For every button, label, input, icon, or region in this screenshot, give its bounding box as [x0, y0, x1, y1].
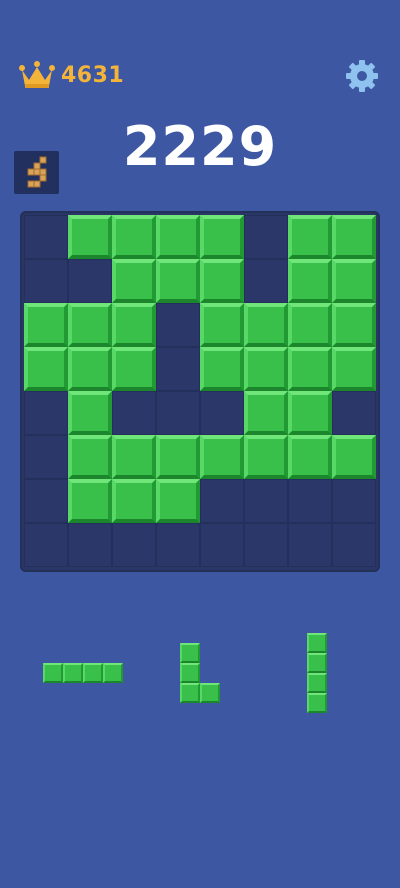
board-cell-empty[interactable]	[332, 523, 376, 567]
board-cell-filled[interactable]	[244, 347, 288, 391]
board-cell-filled[interactable]	[24, 303, 68, 347]
board-cell-filled[interactable]	[68, 303, 112, 347]
board-cell-empty[interactable]	[24, 215, 68, 259]
crown-icon	[19, 61, 55, 88]
board-cell-filled[interactable]	[200, 435, 244, 479]
board-cell-filled[interactable]	[156, 259, 200, 303]
board-cell-empty[interactable]	[24, 435, 68, 479]
board-cell-empty[interactable]	[24, 479, 68, 523]
board-cell-empty[interactable]	[244, 259, 288, 303]
piece-block	[63, 663, 83, 683]
board-cell-empty[interactable]	[24, 523, 68, 567]
board-cell-filled[interactable]	[156, 435, 200, 479]
board-cell-filled[interactable]	[112, 347, 156, 391]
board-cell-filled[interactable]	[68, 479, 112, 523]
board-cell-empty[interactable]	[156, 303, 200, 347]
board-cell-filled[interactable]	[112, 215, 156, 259]
wooden-blocks-icon	[27, 156, 47, 188]
board-cell-filled[interactable]	[200, 259, 244, 303]
board-cell-empty[interactable]	[332, 391, 376, 435]
board-cell-empty[interactable]	[112, 523, 156, 567]
board-cell-filled[interactable]	[112, 435, 156, 479]
board-cell-empty[interactable]	[156, 391, 200, 435]
board-cell-empty[interactable]	[288, 523, 332, 567]
board-cell-empty[interactable]	[112, 391, 156, 435]
piece-block	[307, 673, 327, 693]
piece-block	[180, 643, 200, 663]
board-cell-filled[interactable]	[288, 347, 332, 391]
board-cell-filled[interactable]	[244, 435, 288, 479]
board-cell-filled[interactable]	[332, 259, 376, 303]
piece-block	[43, 663, 63, 683]
board-cell-filled[interactable]	[244, 391, 288, 435]
board-cell-filled[interactable]	[288, 215, 332, 259]
board-cell-filled[interactable]	[156, 479, 200, 523]
board-cell-empty[interactable]	[244, 523, 288, 567]
top-bar: 4631	[0, 0, 400, 110]
theme-button[interactable]	[14, 151, 59, 194]
board-cell-filled[interactable]	[200, 303, 244, 347]
board-cell-filled[interactable]	[68, 391, 112, 435]
board-cell-filled[interactable]	[244, 303, 288, 347]
board-cell-empty[interactable]	[68, 259, 112, 303]
board-cell-empty[interactable]	[288, 479, 332, 523]
best-score: 4631	[18, 58, 124, 92]
board-cell-filled[interactable]	[288, 391, 332, 435]
board-cell-empty[interactable]	[24, 259, 68, 303]
board-cell-filled[interactable]	[200, 347, 244, 391]
board-cell-filled[interactable]	[288, 435, 332, 479]
best-score-value: 4631	[61, 62, 125, 88]
piece-block	[83, 663, 103, 683]
board-cell-filled[interactable]	[288, 259, 332, 303]
board-cell-empty[interactable]	[200, 523, 244, 567]
board-cell-empty[interactable]	[68, 523, 112, 567]
piece-block	[180, 683, 200, 703]
board-cell-filled[interactable]	[332, 435, 376, 479]
board-cell-filled[interactable]	[112, 259, 156, 303]
board-cell-filled[interactable]	[332, 347, 376, 391]
game-board[interactable]	[20, 211, 380, 572]
gear-icon[interactable]	[344, 58, 380, 94]
board-cell-filled[interactable]	[332, 303, 376, 347]
board-cell-empty[interactable]	[244, 215, 288, 259]
piece-block	[307, 633, 327, 653]
board-cell-filled[interactable]	[68, 435, 112, 479]
piece-block	[200, 683, 220, 703]
board-cell-filled[interactable]	[156, 215, 200, 259]
board-cell-empty[interactable]	[332, 479, 376, 523]
board-cell-empty[interactable]	[156, 523, 200, 567]
board-cell-empty[interactable]	[244, 479, 288, 523]
board-cell-filled[interactable]	[112, 303, 156, 347]
piece-block	[103, 663, 123, 683]
piece-block	[180, 663, 200, 683]
piece-block	[307, 653, 327, 673]
board-cell-filled[interactable]	[332, 215, 376, 259]
board-cell-empty[interactable]	[156, 347, 200, 391]
board-cell-empty[interactable]	[24, 391, 68, 435]
board-cell-filled[interactable]	[288, 303, 332, 347]
current-score: 2229	[122, 115, 278, 178]
board-cell-filled[interactable]	[112, 479, 156, 523]
board-cell-filled[interactable]	[68, 215, 112, 259]
board-cell-filled[interactable]	[68, 347, 112, 391]
board-cell-filled[interactable]	[200, 215, 244, 259]
board-cell-empty[interactable]	[200, 479, 244, 523]
board-cell-empty[interactable]	[200, 391, 244, 435]
board-cell-filled[interactable]	[24, 347, 68, 391]
piece-block	[307, 693, 327, 713]
